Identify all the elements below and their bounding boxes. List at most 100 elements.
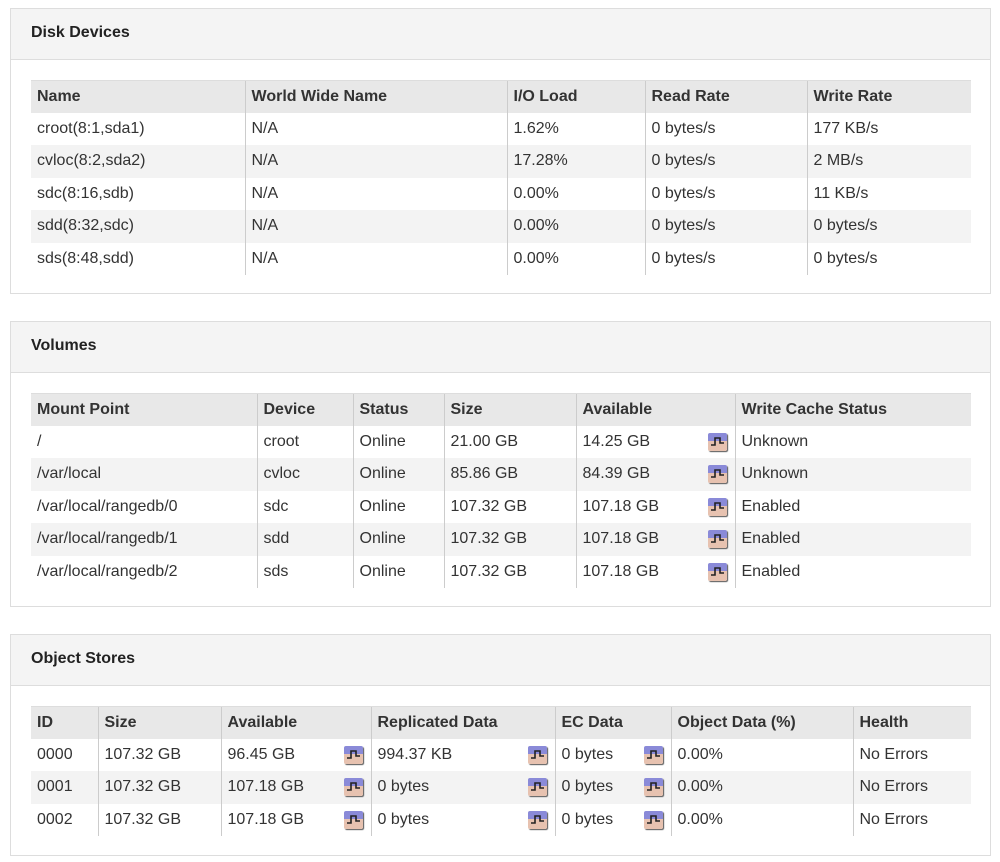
object-store-cell-value: 107.18 GB <box>227 778 305 796</box>
chart-icon[interactable] <box>343 810 363 829</box>
chart-icon[interactable] <box>707 530 727 549</box>
volume-cell: 107.32 GB <box>443 555 576 588</box>
object-store-col-header: ID <box>31 706 98 739</box>
volume-cell: Online <box>352 523 444 556</box>
volume-cell: 85.86 GB <box>443 458 576 491</box>
disk-device-cell: 1.62% <box>506 112 645 145</box>
volume-cell: sdc <box>256 490 353 523</box>
disk-device-cell: sdc(8:16,sdb) <box>37 184 134 202</box>
disk-devices-panel: Disk Devices Name World Wide Name I/O Load… <box>10 8 991 294</box>
object-store-col-header: Health <box>852 706 971 739</box>
chart-icon[interactable] <box>343 778 363 797</box>
disk-device-cell: N/A <box>244 112 507 145</box>
volume-cell: Unknown <box>734 458 971 491</box>
disk-device-cell: 0.00% <box>506 210 645 243</box>
object-store-col-header: Replicated Data <box>370 706 555 739</box>
object-store-cell: 0000 <box>37 745 73 763</box>
object-store-cell: 0 bytes <box>554 738 671 771</box>
disk-device-cell: N/A <box>244 145 507 178</box>
object-store-cell: 107.18 GB <box>220 771 371 804</box>
volume-cell: /var/local <box>31 458 257 491</box>
volume-row: /var/local/rangedb/1 sdd Online 107.32 GB 10… <box>31 523 971 556</box>
object-stores-table: ID Size Available Replicated Data EC Data Obj… <box>31 706 971 836</box>
chart-icon[interactable] <box>643 810 663 829</box>
disk-device-row: sds(8:48,sdd) N/A 0.00% 0 bytes/s 0 bytes/s <box>31 242 971 275</box>
chart-icon[interactable] <box>707 465 727 484</box>
chart-icon[interactable] <box>527 810 547 829</box>
disk-device-cell: 17.28% <box>506 145 645 178</box>
disk-device-col-header: Write Rate <box>806 80 971 113</box>
chart-icon[interactable] <box>643 745 663 764</box>
disk-device-cell: 0 bytes/s <box>644 210 807 243</box>
volume-row: / croot Online 21.00 GB 14.25 GB Unknown <box>31 425 971 458</box>
volume-cell: Online <box>352 555 444 588</box>
volume-cell: Online <box>352 490 444 523</box>
volumes-title: Volumes <box>11 322 990 373</box>
disk-devices-table: Name World Wide Name I/O Load Read Rate Writ… <box>31 80 971 275</box>
chart-icon[interactable] <box>343 745 363 764</box>
volume-row: /var/local/rangedb/0 sdc Online 107.32 GB 10… <box>31 490 971 523</box>
object-store-cell-value: 96.45 GB <box>227 745 296 763</box>
object-store-cell: No Errors <box>852 738 971 771</box>
volume-cell-value: 107.18 GB <box>582 530 660 548</box>
object-store-cell: 0 bytes <box>554 803 671 836</box>
object-store-row: 0001 107.32 GB 107.18 GB 0 bytes 0 bytes 0.00… <box>31 771 971 804</box>
volume-row: /var/local cvloc Online 85.86 GB 84.39 GB Unk… <box>31 458 971 491</box>
volume-cell: Enabled <box>734 555 971 588</box>
disk-device-cell: sdd(8:32,sdc) <box>31 210 245 243</box>
object-store-cell: No Errors <box>852 803 971 836</box>
disk-device-cell: 0 bytes/s <box>644 145 807 178</box>
volume-col-header: Mount Point <box>31 393 257 426</box>
volume-cell: 107.18 GB <box>575 523 735 556</box>
chart-icon[interactable] <box>707 562 727 581</box>
volume-col-header: Available <box>575 393 735 426</box>
volumes-table: Mount Point Device Status Size Available Writ… <box>31 393 971 588</box>
object-store-cell-value: 0 bytes <box>377 778 430 796</box>
volume-cell: sdd <box>256 523 353 556</box>
disk-device-cell: 0 bytes/s <box>644 112 807 145</box>
object-store-cell: 96.45 GB <box>220 738 371 771</box>
disk-device-row: sdd(8:32,sdc) N/A 0.00% 0 bytes/s 0 bytes/s <box>31 210 971 243</box>
disk-devices-title: Disk Devices <box>11 9 990 60</box>
object-store-cell: 994.37 KB <box>370 738 555 771</box>
disk-device-cell: 0 bytes/s <box>644 177 807 210</box>
volume-cell: /var/local/rangedb/0 <box>37 497 178 515</box>
disk-device-cell: 0 bytes/s <box>806 210 971 243</box>
object-store-cell: 0 bytes <box>370 771 555 804</box>
volume-col-header: Device <box>256 393 353 426</box>
chart-icon[interactable] <box>527 745 547 764</box>
disk-device-cell: 177 KB/s <box>806 112 971 145</box>
volume-cell-value: 14.25 GB <box>582 432 651 450</box>
disk-device-cell: 0 bytes/s <box>644 242 807 275</box>
chart-icon[interactable] <box>707 432 727 451</box>
volume-cell: Unknown <box>734 425 971 458</box>
volume-cell-value: 107.18 GB <box>582 562 660 580</box>
object-stores-title: Object Stores <box>11 635 990 686</box>
object-store-cell: 107.32 GB <box>97 738 221 771</box>
volume-cell: Online <box>352 425 444 458</box>
volume-cell: 107.32 GB <box>443 490 576 523</box>
volume-cell: croot <box>256 425 353 458</box>
volume-cell: 107.32 GB <box>443 523 576 556</box>
object-store-cell: 107.18 GB <box>220 803 371 836</box>
volume-cell: 107.18 GB <box>575 490 735 523</box>
volume-cell: Enabled <box>734 490 971 523</box>
chart-icon[interactable] <box>707 497 727 516</box>
object-store-cell: 0.00% <box>670 803 853 836</box>
object-store-cell: 107.32 GB <box>97 771 221 804</box>
object-store-col-header: Available <box>220 706 371 739</box>
volume-cell: 107.18 GB <box>575 555 735 588</box>
disk-device-cell: 2 MB/s <box>806 145 971 178</box>
volume-cell: Online <box>352 458 444 491</box>
object-store-col-header: EC Data <box>554 706 671 739</box>
object-store-cell-value: 0 bytes <box>561 778 614 796</box>
chart-icon[interactable] <box>643 778 663 797</box>
object-store-cell: 0002 <box>37 810 73 828</box>
disk-device-col-header: Name <box>31 80 245 113</box>
disk-device-row: cvloc(8:2,sda2) N/A 17.28% 0 bytes/s 2 MB/s <box>31 145 971 178</box>
object-store-col-header: Object Data (%) <box>670 706 853 739</box>
object-stores-panel: Object Stores ID Size Available Replicated … <box>10 634 991 856</box>
disk-device-cell: 0 bytes/s <box>806 242 971 275</box>
chart-icon[interactable] <box>527 778 547 797</box>
disk-device-col-header: I/O Load <box>506 80 645 113</box>
